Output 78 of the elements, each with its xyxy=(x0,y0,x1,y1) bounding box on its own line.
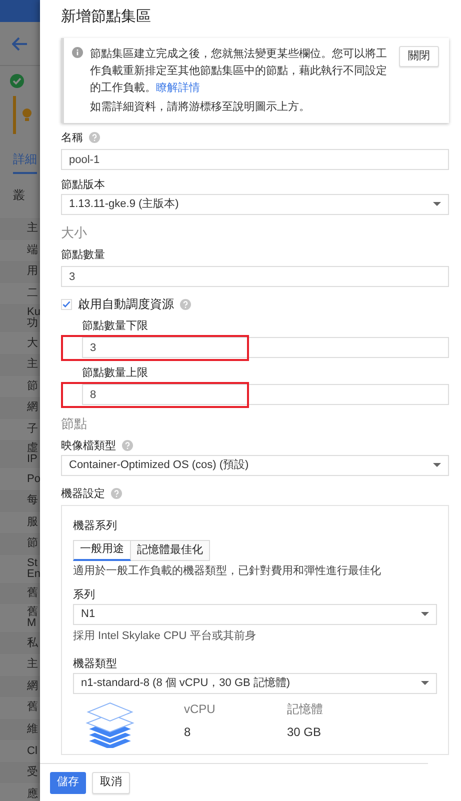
lightbulb-icon xyxy=(22,108,32,122)
detail-row-label: Cl xyxy=(27,746,38,757)
detail-row-label: 大 xyxy=(27,338,38,349)
series-tab[interactable]: 記憶體最佳化 xyxy=(131,540,210,560)
field-label: 節點數量上限 xyxy=(82,366,148,380)
layers-icon xyxy=(85,702,135,748)
dropdown-field[interactable]: 1.13.11-gke.9 (主版本) xyxy=(61,194,449,214)
detail-row-label: 舊 M xyxy=(27,607,38,630)
notice-text: 節點集區建立完成之後，您就無法變更某些欄位。您可以將工作負載重新排定至其他節點集區中的節點，藉此執行不同設定的工作負載。瞭解詳情 xyxy=(90,46,388,96)
text-field[interactable]: pool-1 xyxy=(61,149,449,170)
field-label: 節點數量 xyxy=(61,248,105,262)
help-icon[interactable] xyxy=(180,298,191,310)
field-label: 機器系列 xyxy=(73,520,117,532)
learn-more-link[interactable]: 瞭解詳情 xyxy=(156,82,200,94)
cancel-button[interactable]: 取消 xyxy=(92,772,130,794)
detail-row-label: 網 xyxy=(27,680,38,692)
detail-row-label: 舊 xyxy=(27,588,38,600)
section-heading: 叢 xyxy=(13,187,26,204)
dropdown-caret-icon xyxy=(433,202,441,206)
save-button[interactable]: 儲存 xyxy=(50,772,86,794)
dropdown-caret-icon xyxy=(421,612,429,616)
dropdown-field[interactable]: Container-Optimized OS (cos) (預設) xyxy=(61,454,449,476)
detail-row-label: 節 xyxy=(27,538,38,550)
close-button[interactable]: 關閉 xyxy=(399,46,439,66)
notice-hint: 如需詳細資料，請將游標移至說明圖示上方。 xyxy=(90,100,311,114)
field-label: 節點版本 xyxy=(61,178,105,192)
detail-row-label: 二 xyxy=(27,288,38,300)
detail-row-label: 網 xyxy=(27,402,38,414)
field-label: 映像檔類型 xyxy=(61,438,116,452)
detail-row-label: 維 xyxy=(27,724,38,735)
detail-row-label: 服 xyxy=(27,516,38,528)
detail-row-label: 主 xyxy=(27,359,38,370)
detail-row-label: 端 xyxy=(27,244,38,256)
checkbox-label: 啟用自動調度資源 xyxy=(78,296,174,312)
field-label: 系列 xyxy=(73,588,95,602)
dropdown-caret-icon xyxy=(421,681,429,685)
dropdown-caret-icon xyxy=(433,463,441,467)
field-label: 名稱 xyxy=(61,130,83,144)
field-label: 節點數量下限 xyxy=(82,318,148,332)
help-icon[interactable] xyxy=(111,488,122,499)
section-heading: 節點 xyxy=(61,414,88,432)
checkbox[interactable] xyxy=(61,298,72,310)
dropdown-field[interactable]: n1-standard-8 (8 個 vCPU，30 GB 記憶體) xyxy=(73,672,437,694)
detail-row-label: 舊 xyxy=(27,702,38,714)
spec-label: 記憶體 xyxy=(287,702,323,716)
detail-row-label: 節 xyxy=(27,380,38,392)
spec-label: vCPU xyxy=(184,702,216,716)
detail-row-label: 用 xyxy=(27,266,38,278)
detail-row-label: 受 xyxy=(27,767,38,778)
detail-row-label: 虛 IP xyxy=(27,443,38,466)
text-field[interactable]: 3 xyxy=(61,266,449,287)
section-heading: 大小 xyxy=(61,224,88,240)
detail-row-label: 子 xyxy=(27,424,38,436)
series-hint: 採用 Intel Skylake CPU 平台或其前身 xyxy=(73,628,257,642)
detail-row-label: Ku 功 xyxy=(27,307,40,330)
detail-row-label: 主 xyxy=(27,223,38,234)
spec-value: 8 xyxy=(184,724,192,740)
dropdown-field[interactable]: N1 xyxy=(73,604,437,624)
back-arrow-icon[interactable] xyxy=(12,36,28,50)
field-label: 機器設定 xyxy=(61,486,105,500)
series-description: 適用於一般工作負載的機器類型，已針對費用和彈性進行最佳化 xyxy=(73,564,382,578)
app-header xyxy=(0,0,40,22)
text-field[interactable]: 8 xyxy=(82,384,449,405)
check-circle-icon xyxy=(10,74,24,88)
detail-row-label: 應 xyxy=(27,788,38,800)
spec-value: 30 GB xyxy=(287,724,322,740)
field-label: 機器類型 xyxy=(73,656,117,670)
detail-row-label: 主 xyxy=(27,659,38,670)
detail-row-label: 每 xyxy=(27,495,38,506)
info-icon xyxy=(72,46,83,58)
detail-row-label: 私 xyxy=(27,638,38,649)
detail-row-label: St En xyxy=(27,558,40,580)
series-tab[interactable]: 一般用途 xyxy=(73,540,131,560)
text-field[interactable]: 3 xyxy=(82,337,449,358)
panel-title: 新增節點集區 xyxy=(61,7,152,27)
help-icon[interactable] xyxy=(122,440,133,451)
detail-row-label: Po xyxy=(27,474,40,485)
help-icon[interactable] xyxy=(89,132,100,143)
